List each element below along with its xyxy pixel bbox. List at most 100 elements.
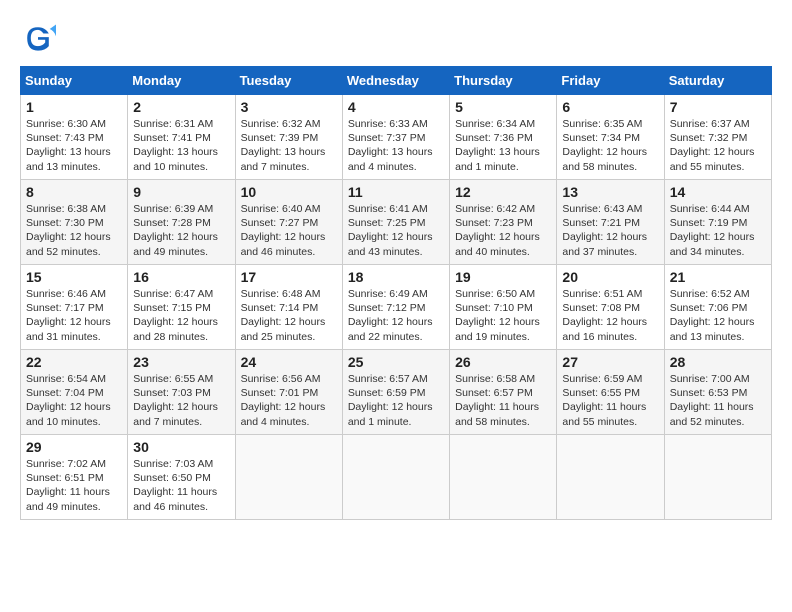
day-info: Sunrise: 6:50 AM Sunset: 7:10 PM Dayligh… xyxy=(455,287,551,344)
day-info: Sunrise: 6:55 AM Sunset: 7:03 PM Dayligh… xyxy=(133,372,229,429)
calendar-cell xyxy=(557,435,664,520)
day-number: 22 xyxy=(26,354,122,370)
day-number: 4 xyxy=(348,99,444,115)
day-number: 11 xyxy=(348,184,444,200)
day-number: 20 xyxy=(562,269,658,285)
calendar-cell xyxy=(235,435,342,520)
calendar-cell xyxy=(450,435,557,520)
calendar-cell: 7Sunrise: 6:37 AM Sunset: 7:32 PM Daylig… xyxy=(664,95,771,180)
day-info: Sunrise: 6:48 AM Sunset: 7:14 PM Dayligh… xyxy=(241,287,337,344)
day-number: 18 xyxy=(348,269,444,285)
day-number: 30 xyxy=(133,439,229,455)
day-info: Sunrise: 6:42 AM Sunset: 7:23 PM Dayligh… xyxy=(455,202,551,259)
day-number: 13 xyxy=(562,184,658,200)
col-thursday: Thursday xyxy=(450,67,557,95)
day-info: Sunrise: 6:31 AM Sunset: 7:41 PM Dayligh… xyxy=(133,117,229,174)
day-number: 9 xyxy=(133,184,229,200)
col-friday: Friday xyxy=(557,67,664,95)
day-number: 26 xyxy=(455,354,551,370)
day-info: Sunrise: 6:43 AM Sunset: 7:21 PM Dayligh… xyxy=(562,202,658,259)
header xyxy=(20,20,772,56)
calendar-cell: 26Sunrise: 6:58 AM Sunset: 6:57 PM Dayli… xyxy=(450,350,557,435)
calendar-week-row: 15Sunrise: 6:46 AM Sunset: 7:17 PM Dayli… xyxy=(21,265,772,350)
day-number: 23 xyxy=(133,354,229,370)
calendar-cell: 15Sunrise: 6:46 AM Sunset: 7:17 PM Dayli… xyxy=(21,265,128,350)
day-number: 10 xyxy=(241,184,337,200)
day-number: 17 xyxy=(241,269,337,285)
calendar-cell: 12 Sunrise: 6:42 AM Sunset: 7:23 PM Dayli… xyxy=(450,180,557,265)
day-info: Sunrise: 6:35 AM Sunset: 7:34 PM Dayligh… xyxy=(562,117,658,174)
calendar-cell: 2Sunrise: 6:31 AM Sunset: 7:41 PM Daylig… xyxy=(128,95,235,180)
day-number: 3 xyxy=(241,99,337,115)
calendar-cell: 17 Sunrise: 6:48 AM Sunset: 7:14 PM Dayli… xyxy=(235,265,342,350)
day-info: Sunrise: 6:33 AM Sunset: 7:37 PM Dayligh… xyxy=(348,117,444,174)
day-number: 5 xyxy=(455,99,551,115)
calendar-cell: 1 Sunrise: 6:30 AM Sunset: 7:43 PM Daylig… xyxy=(21,95,128,180)
day-info: Sunrise: 6:51 AM Sunset: 7:08 PM Dayligh… xyxy=(562,287,658,344)
day-info: Sunrise: 6:49 AM Sunset: 7:12 PM Dayligh… xyxy=(348,287,444,344)
col-saturday: Saturday xyxy=(664,67,771,95)
day-info: Sunrise: 6:44 AM Sunset: 7:19 PM Dayligh… xyxy=(670,202,766,259)
day-info: Sunrise: 6:40 AM Sunset: 7:27 PM Dayligh… xyxy=(241,202,337,259)
day-info: Sunrise: 7:02 AM Sunset: 6:51 PM Dayligh… xyxy=(26,457,122,514)
day-number: 28 xyxy=(670,354,766,370)
calendar-cell: 19 Sunrise: 6:50 AM Sunset: 7:10 PM Dayli… xyxy=(450,265,557,350)
day-number: 7 xyxy=(670,99,766,115)
day-number: 14 xyxy=(670,184,766,200)
day-info: Sunrise: 6:54 AM Sunset: 7:04 PM Dayligh… xyxy=(26,372,122,429)
calendar-cell: 27 Sunrise: 6:59 AM Sunset: 6:55 PM Dayli… xyxy=(557,350,664,435)
day-info: Sunrise: 6:57 AM Sunset: 6:59 PM Dayligh… xyxy=(348,372,444,429)
day-number: 19 xyxy=(455,269,551,285)
col-sunday: Sunday xyxy=(21,67,128,95)
calendar-cell: 29 Sunrise: 7:02 AM Sunset: 6:51 PM Dayli… xyxy=(21,435,128,520)
day-info: Sunrise: 6:30 AM Sunset: 7:43 PM Dayligh… xyxy=(26,117,122,174)
calendar-cell: 16 Sunrise: 6:47 AM Sunset: 7:15 PM Dayli… xyxy=(128,265,235,350)
day-number: 25 xyxy=(348,354,444,370)
col-wednesday: Wednesday xyxy=(342,67,449,95)
day-number: 12 xyxy=(455,184,551,200)
calendar-cell: 3 Sunrise: 6:32 AM Sunset: 7:39 PM Daylig… xyxy=(235,95,342,180)
day-number: 27 xyxy=(562,354,658,370)
calendar-cell: 22 Sunrise: 6:54 AM Sunset: 7:04 PM Dayli… xyxy=(21,350,128,435)
calendar-week-row: 22 Sunrise: 6:54 AM Sunset: 7:04 PM Dayli… xyxy=(21,350,772,435)
day-number: 29 xyxy=(26,439,122,455)
day-number: 21 xyxy=(670,269,766,285)
col-monday: Monday xyxy=(128,67,235,95)
day-info: Sunrise: 6:39 AM Sunset: 7:28 PM Dayligh… xyxy=(133,202,229,259)
calendar-cell: 13 Sunrise: 6:43 AM Sunset: 7:21 PM Dayli… xyxy=(557,180,664,265)
day-number: 6 xyxy=(562,99,658,115)
calendar-table: Sunday Monday Tuesday Wednesday Thursday… xyxy=(20,66,772,520)
logo-icon xyxy=(20,20,56,56)
day-info: Sunrise: 6:47 AM Sunset: 7:15 PM Dayligh… xyxy=(133,287,229,344)
calendar-cell: 24 Sunrise: 6:56 AM Sunset: 7:01 PM Dayli… xyxy=(235,350,342,435)
calendar-week-row: 29 Sunrise: 7:02 AM Sunset: 6:51 PM Dayli… xyxy=(21,435,772,520)
day-number: 15 xyxy=(26,269,122,285)
day-number: 16 xyxy=(133,269,229,285)
calendar-cell: 4 Sunrise: 6:33 AM Sunset: 7:37 PM Daylig… xyxy=(342,95,449,180)
calendar-header-row: Sunday Monday Tuesday Wednesday Thursday… xyxy=(21,67,772,95)
day-number: 1 xyxy=(26,99,122,115)
calendar-cell: 6 Sunrise: 6:35 AM Sunset: 7:34 PM Daylig… xyxy=(557,95,664,180)
day-info: Sunrise: 6:34 AM Sunset: 7:36 PM Dayligh… xyxy=(455,117,551,174)
day-info: Sunrise: 6:32 AM Sunset: 7:39 PM Dayligh… xyxy=(241,117,337,174)
calendar-cell: 9 Sunrise: 6:39 AM Sunset: 7:28 PM Daylig… xyxy=(128,180,235,265)
col-tuesday: Tuesday xyxy=(235,67,342,95)
day-info: Sunrise: 7:03 AM Sunset: 6:50 PM Dayligh… xyxy=(133,457,229,514)
day-info: Sunrise: 6:59 AM Sunset: 6:55 PM Dayligh… xyxy=(562,372,658,429)
calendar-week-row: 1 Sunrise: 6:30 AM Sunset: 7:43 PM Daylig… xyxy=(21,95,772,180)
calendar-cell: 23 Sunrise: 6:55 AM Sunset: 7:03 PM Dayli… xyxy=(128,350,235,435)
day-info: Sunrise: 6:41 AM Sunset: 7:25 PM Dayligh… xyxy=(348,202,444,259)
day-info: Sunrise: 6:56 AM Sunset: 7:01 PM Dayligh… xyxy=(241,372,337,429)
day-info: Sunrise: 6:52 AM Sunset: 7:06 PM Dayligh… xyxy=(670,287,766,344)
calendar-cell: 21 Sunrise: 6:52 AM Sunset: 7:06 PM Dayli… xyxy=(664,265,771,350)
day-number: 24 xyxy=(241,354,337,370)
calendar-cell: 10 Sunrise: 6:40 AM Sunset: 7:27 PM Dayli… xyxy=(235,180,342,265)
calendar-cell: 30 Sunrise: 7:03 AM Sunset: 6:50 PM Dayli… xyxy=(128,435,235,520)
calendar-cell xyxy=(342,435,449,520)
calendar-cell: 18 Sunrise: 6:49 AM Sunset: 7:12 PM Dayli… xyxy=(342,265,449,350)
calendar-body: 1 Sunrise: 6:30 AM Sunset: 7:43 PM Daylig… xyxy=(21,95,772,520)
day-number: 8 xyxy=(26,184,122,200)
calendar-cell: 25 Sunrise: 6:57 AM Sunset: 6:59 PM Dayli… xyxy=(342,350,449,435)
calendar-cell: 11 Sunrise: 6:41 AM Sunset: 7:25 PM Dayli… xyxy=(342,180,449,265)
day-info: Sunrise: 7:00 AM Sunset: 6:53 PM Dayligh… xyxy=(670,372,766,429)
